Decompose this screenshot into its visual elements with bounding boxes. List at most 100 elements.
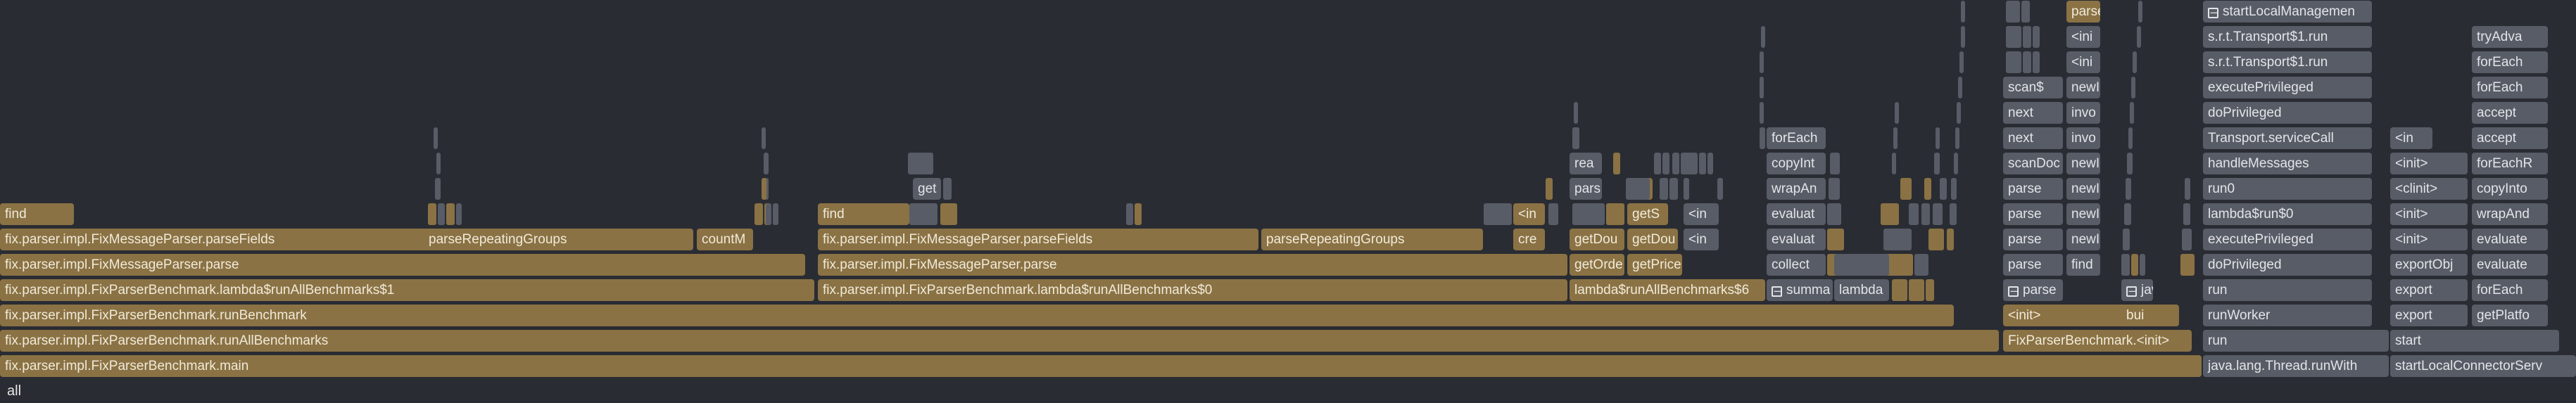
flame-frame-parse[interactable]: parse: [2003, 254, 2063, 276]
flame-frame-run[interactable]: run: [2203, 279, 2372, 301]
flame-frame-summa[interactable]: − summa: [1767, 279, 1833, 301]
flame-frame-small[interactable]: [2033, 51, 2040, 73]
flame-frame-lambda-run-0[interactable]: lambda$run$0: [2203, 203, 2372, 225]
flame-frame-small[interactable]: [1760, 127, 1765, 149]
flame-frame-small[interactable]: [1951, 178, 1957, 200]
flame-frame-s-r-t-transport-1-run[interactable]: s.r.t.Transport$1.run: [2203, 26, 2372, 48]
flame-frame-evaluate[interactable]: evaluate: [2472, 254, 2548, 276]
flame-frame-startlocalconnectorserv[interactable]: startLocalConnectorServ: [2390, 355, 2576, 377]
flame-frame-small[interactable]: [773, 203, 778, 225]
flame-frame-invo[interactable]: invo: [2066, 127, 2100, 149]
flame-frame-small[interactable]: [2023, 51, 2031, 73]
flame-frame-invo[interactable]: invo: [2066, 102, 2100, 124]
flame-frame-small[interactable]: [1546, 178, 1553, 200]
flame-frame-bui[interactable]: bui: [2121, 305, 2179, 326]
flame-frame-small[interactable]: [1717, 178, 1723, 200]
flame-frame-small[interactable]: [2006, 51, 2021, 73]
flame-frame-small[interactable]: [1921, 203, 1930, 225]
flame-frame-getprice[interactable]: getPrice: [1627, 254, 1682, 276]
flame-frame-fix-parser-impl-fixparserbenchmark-runbenchmark[interactable]: fix.parser.impl.FixParserBenchmark.runBe…: [0, 305, 1954, 326]
flame-frame-small[interactable]: [1699, 153, 1706, 174]
minus-box-icon[interactable]: −: [1772, 286, 1782, 297]
flame-frame-next[interactable]: next: [2003, 102, 2063, 124]
flame-frame-small[interactable]: [1940, 178, 1947, 200]
flame-frame-small[interactable]: [2124, 203, 2131, 225]
flame-frame-init[interactable]: <init>: [2003, 305, 2127, 326]
flame-frame-collect[interactable]: collect: [1767, 254, 1826, 276]
flame-frame-tryadva[interactable]: tryAdva: [2472, 26, 2548, 48]
minus-box-icon[interactable]: −: [2126, 286, 2137, 297]
flame-frame-accept[interactable]: accept: [2472, 102, 2548, 124]
flame-frame-small[interactable]: [2133, 51, 2137, 73]
flame-frame-transport-servicecall[interactable]: Transport.serviceCall: [2203, 127, 2372, 149]
flame-frame-get[interactable]: get: [913, 178, 941, 200]
flame-frame-small[interactable]: [1892, 153, 1896, 174]
flame-frame-small[interactable]: [2182, 229, 2192, 250]
flame-frame-foreach[interactable]: forEach: [1767, 127, 1826, 149]
flame-frame-accept[interactable]: accept: [2472, 127, 2548, 149]
flame-frame-small[interactable]: [2128, 127, 2133, 149]
flame-frame-small[interactable]: [456, 203, 462, 225]
flame-frame-small[interactable]: [1830, 153, 1840, 174]
flame-frame-small[interactable]: [1914, 254, 1928, 276]
flame-frame-foreachr[interactable]: forEachR: [2472, 153, 2548, 174]
flame-frame-getdou[interactable]: getDou: [1627, 229, 1678, 250]
flame-frame-small[interactable]: [1572, 127, 1579, 149]
flame-frame-small[interactable]: [434, 127, 438, 149]
flame-frame-cre[interactable]: cre: [1513, 229, 1545, 250]
flame-frame-getdou[interactable]: getDou: [1570, 229, 1624, 250]
flame-frame-small[interactable]: [435, 178, 441, 200]
flame-frame-parserepeatinggroups[interactable]: parseRepeatingGroups: [1261, 229, 1483, 250]
flame-frame-scandoc[interactable]: scanDoc: [2003, 153, 2063, 174]
minus-box-icon[interactable]: −: [2208, 8, 2218, 18]
flame-frame-small[interactable]: [2127, 153, 2133, 174]
flame-frame-small[interactable]: [2006, 26, 2021, 48]
flame-frame-small[interactable]: [1689, 153, 1698, 174]
flame-frame-small[interactable]: [1707, 153, 1713, 174]
flame-frame-fix-parser-impl-fixmessageparser-parse[interactable]: fix.parser.impl.FixMessageParser.parse: [818, 254, 1567, 276]
flame-frame-foreach[interactable]: forEach: [2472, 77, 2548, 98]
flame-frame-small[interactable]: [755, 203, 763, 225]
flame-frame-small[interactable]: [2126, 178, 2131, 200]
flame-frame-small[interactable]: [1895, 102, 1899, 124]
flame-frame-executeprivileged[interactable]: executePrivileged: [2203, 229, 2372, 250]
flame-frame-evaluat[interactable]: evaluat: [1767, 229, 1826, 250]
flame-frame-small[interactable]: [762, 178, 766, 200]
flame-frame-small[interactable]: [2130, 102, 2134, 124]
flame-frame-newi[interactable]: newI: [2066, 178, 2100, 200]
flame-frame-small[interactable]: [1936, 127, 1940, 149]
flame-frame-gets[interactable]: getS: [1627, 203, 1668, 225]
flame-frame-parse[interactable]: parse: [2003, 178, 2063, 200]
flame-frame-run[interactable]: run: [2203, 330, 2389, 352]
flame-frame-s-r-t-transport-1-run[interactable]: s.r.t.Transport$1.run: [2203, 51, 2372, 73]
flame-frame-small[interactable]: [428, 203, 436, 225]
flame-frame-small[interactable]: [1900, 178, 1912, 200]
flame-frame-small[interactable]: [1654, 153, 1661, 174]
flame-frame-small[interactable]: [1829, 178, 1840, 200]
flame-frame-small[interactable]: [1924, 178, 1931, 200]
flame-frame-small[interactable]: [1950, 203, 1957, 225]
flame-frame-getorde[interactable]: getOrde: [1570, 254, 1624, 276]
flame-frame-small[interactable]: [943, 178, 952, 200]
flame-frame-run0[interactable]: run0: [2203, 178, 2372, 200]
flame-frame-small[interactable]: [2131, 254, 2138, 276]
flame-frame-small[interactable]: [1684, 178, 1689, 200]
flame-frame-in[interactable]: <in: [1684, 229, 1719, 250]
flame-frame-parse[interactable]: parse: [2066, 1, 2100, 23]
flame-frame-foreach[interactable]: forEach: [2472, 279, 2548, 301]
flame-frame-small[interactable]: [1760, 102, 1764, 124]
flame-frame-fix-parser-impl-fixparserbenchmark-lambda-runallbenchmarks-0[interactable]: fix.parser.impl.FixParserBenchmark.lambd…: [818, 279, 1567, 301]
flame-frame-parserepeatinggroups[interactable]: parseRepeatingGroups: [424, 229, 693, 250]
flame-frame-init[interactable]: <init>: [2390, 203, 2468, 225]
flame-frame-small[interactable]: [1827, 229, 1844, 250]
flame-frame-lambda-runallbenchmarks-6[interactable]: lambda$runAllBenchmarks$6: [1570, 279, 1765, 301]
flame-frame-small[interactable]: [1669, 178, 1678, 200]
flame-frame-handlemessages[interactable]: handleMessages: [2203, 153, 2372, 174]
flame-frame-export[interactable]: export: [2390, 305, 2468, 326]
flame-frame-ini[interactable]: <ini: [2066, 26, 2100, 48]
flame-frame-small[interactable]: [1959, 51, 1964, 73]
flame-frame-small[interactable]: [1909, 203, 1919, 225]
flame-frame-small[interactable]: [2123, 229, 2130, 250]
flame-frame-small[interactable]: [436, 153, 441, 174]
flame-frame-small[interactable]: [1135, 203, 1142, 225]
